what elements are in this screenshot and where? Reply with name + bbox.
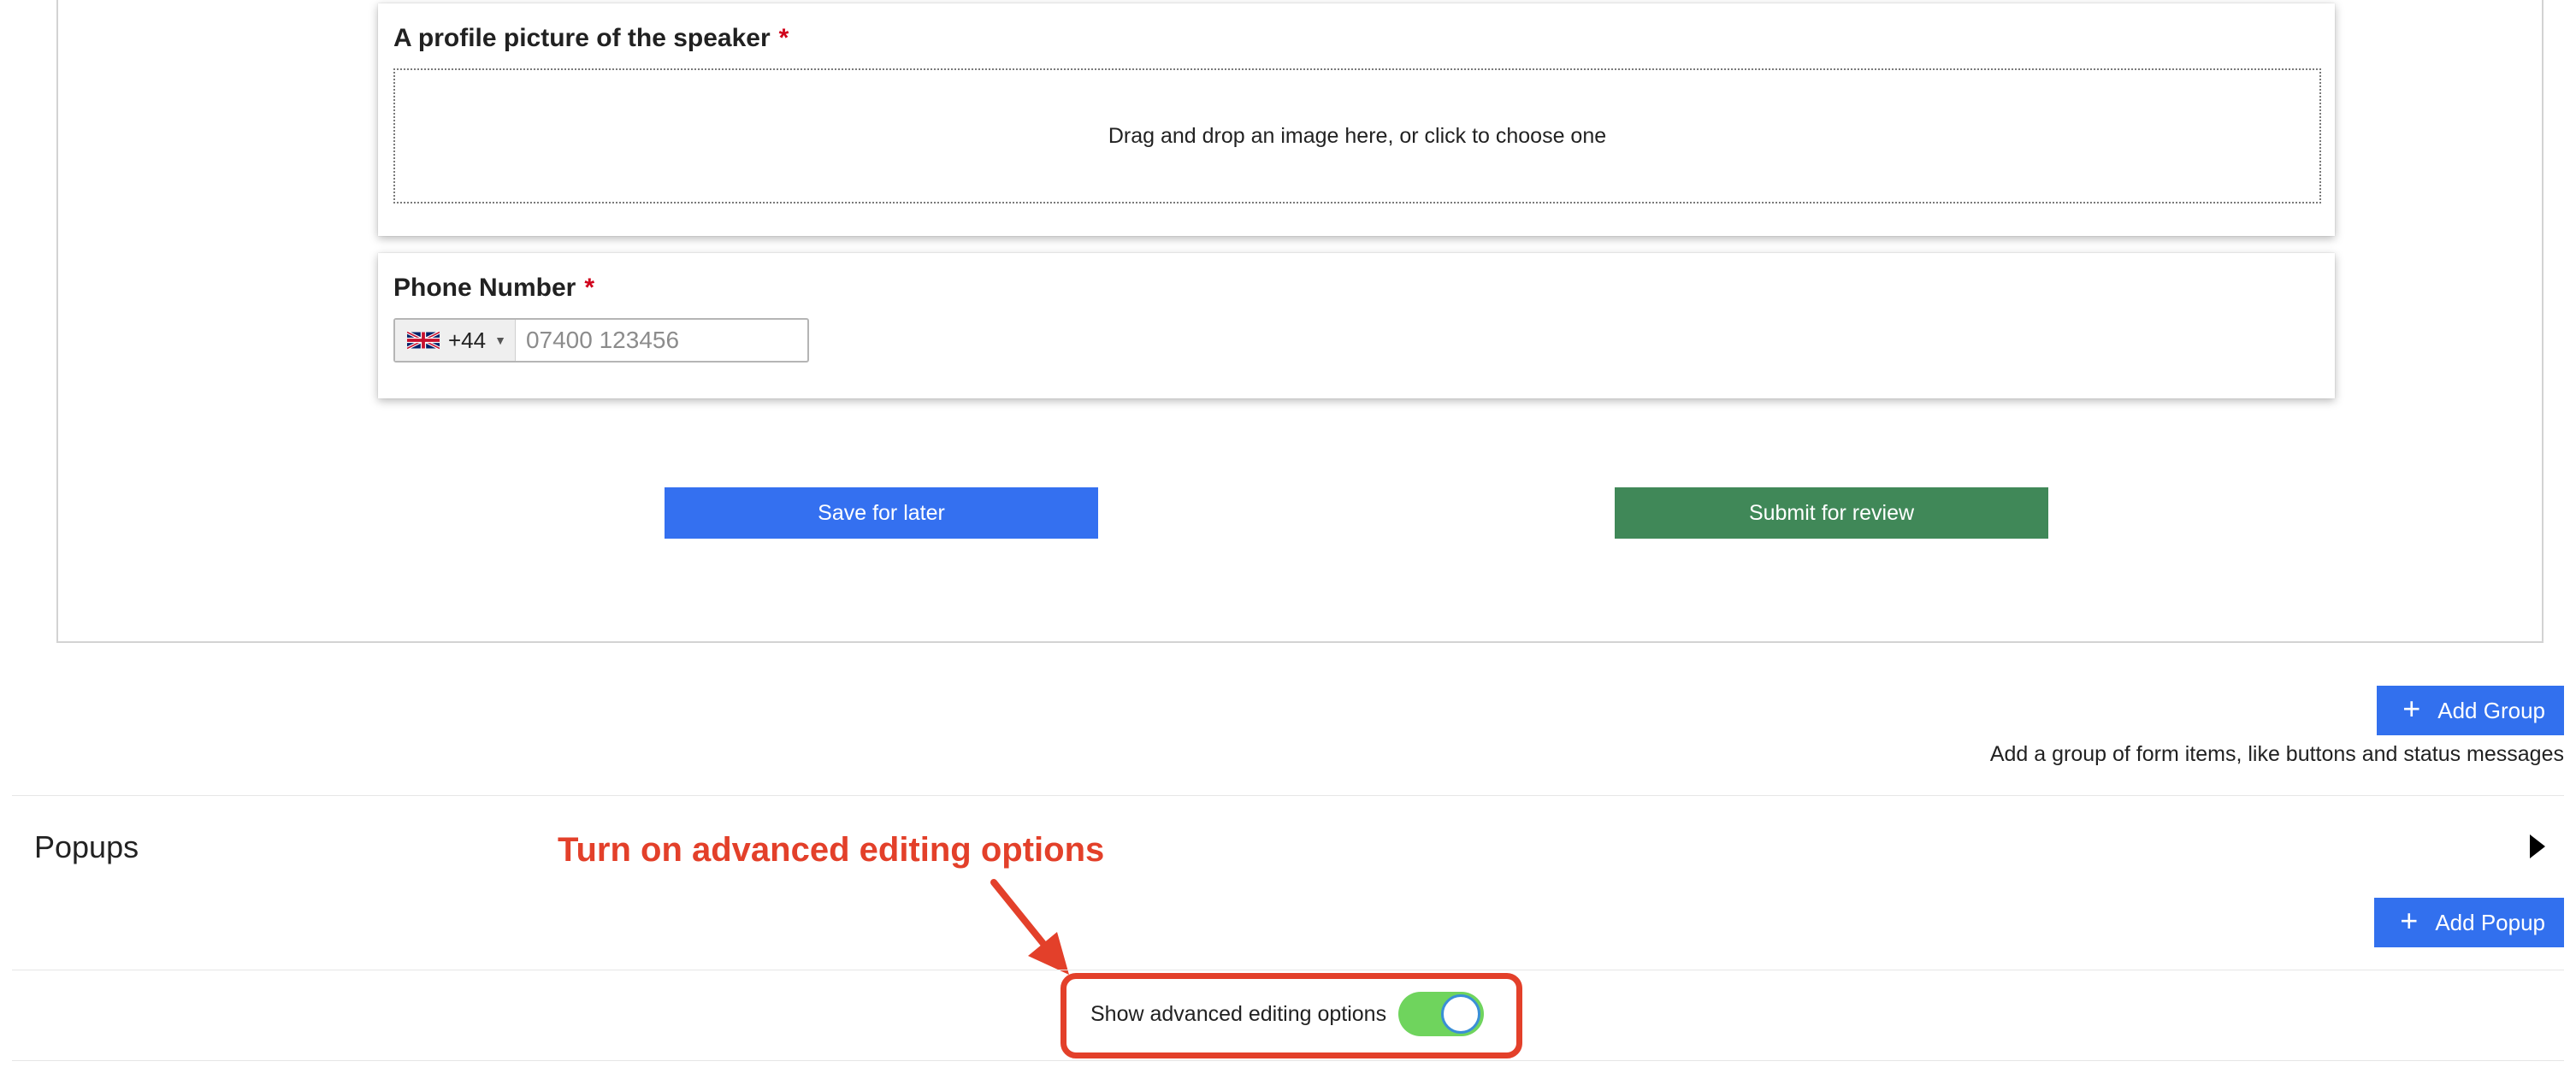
advanced-options-toggle[interactable]	[1398, 992, 1485, 1036]
required-marker: *	[584, 274, 595, 302]
profile-picture-label: A profile picture of the speaker *	[393, 24, 789, 53]
required-marker: *	[778, 24, 789, 52]
popups-section-title: Popups	[34, 829, 139, 864]
plus-icon: +	[2400, 903, 2419, 938]
profile-picture-field-card: A profile picture of the speaker * Drag a…	[378, 3, 2335, 236]
advanced-options-label: Show advanced editing options	[1090, 1001, 1387, 1026]
submit-for-review-button[interactable]: Submit for review	[1615, 487, 2048, 539]
phone-number-label: Phone Number *	[393, 274, 594, 303]
expand-arrow-icon[interactable]	[2530, 834, 2545, 858]
profile-picture-label-text: A profile picture of the speaker	[393, 24, 771, 52]
toggle-knob	[1441, 994, 1481, 1034]
advanced-options-row: Show advanced editing options	[1090, 992, 1485, 1036]
phone-number-label-text: Phone Number	[393, 274, 576, 302]
dropzone-text: Drag and drop an image here, or click to…	[1108, 123, 1607, 148]
image-dropzone[interactable]: Drag and drop an image here, or click to…	[393, 68, 2321, 203]
phone-number-field-card: Phone Number * +44 ▼	[378, 253, 2335, 398]
add-group-label: Add Group	[2437, 697, 2545, 723]
annotation-arrow-icon	[990, 879, 1069, 975]
plus-icon: +	[2402, 691, 2421, 726]
section-divider	[12, 795, 2564, 796]
phone-number-input[interactable]	[515, 320, 845, 361]
save-for-later-button[interactable]: Save for later	[665, 487, 1098, 539]
annotation-text: Turn on advanced editing options	[558, 831, 1105, 869]
caret-down-icon: ▼	[494, 333, 506, 347]
section-divider	[12, 1060, 2564, 1061]
uk-flag-icon	[407, 330, 440, 351]
phone-input-group: +44 ▼	[393, 318, 845, 363]
form-preview-frame: A profile picture of the speaker * Drag a…	[56, 0, 2544, 643]
add-popup-label: Add Popup	[2435, 909, 2545, 935]
add-group-button[interactable]: + Add Group	[2377, 686, 2564, 735]
add-popup-button[interactable]: + Add Popup	[2374, 898, 2564, 947]
country-code-select[interactable]: +44 ▼	[395, 320, 516, 361]
add-group-helper-text: Add a group of form items, like buttons …	[1989, 742, 2564, 766]
country-code: +44	[448, 327, 487, 353]
